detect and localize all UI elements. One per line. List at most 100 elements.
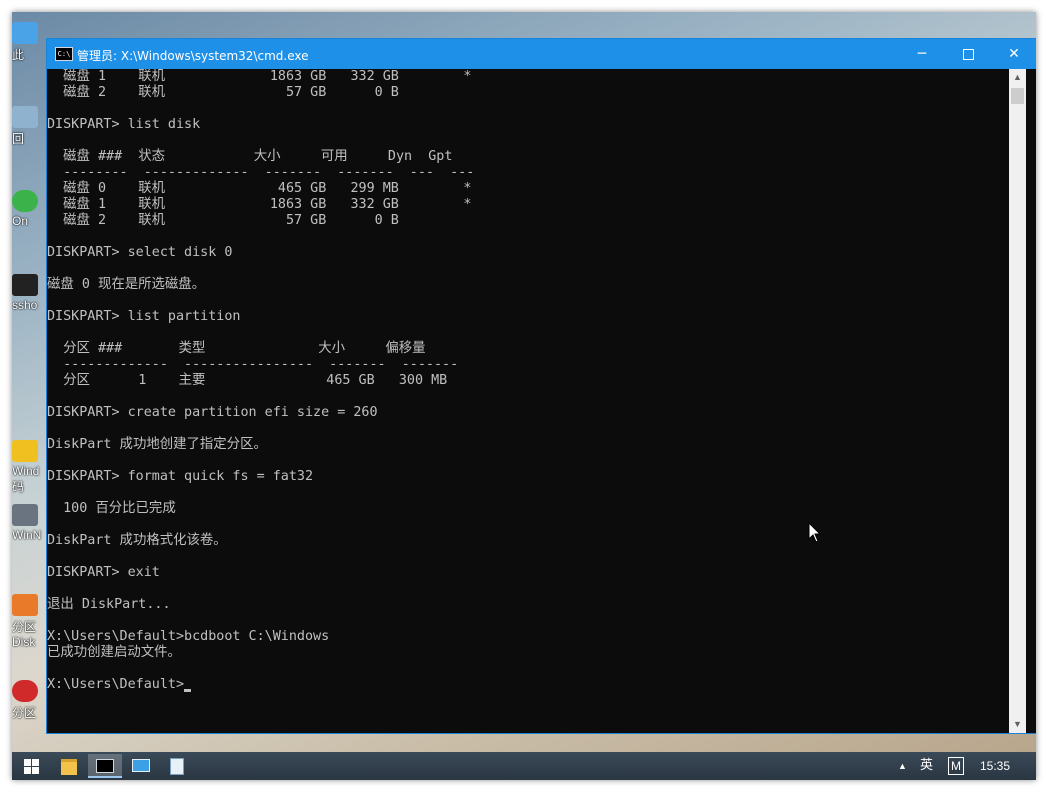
console-line: 磁盘 ### 状态 大小 可用 Dyn Gpt bbox=[47, 149, 453, 164]
scroll-thumb[interactable] bbox=[1011, 88, 1024, 104]
desktop-icon-screenshot[interactable]: ssho bbox=[12, 274, 46, 312]
minimize-icon: ─ bbox=[917, 46, 927, 62]
windows-logo-icon bbox=[23, 759, 39, 774]
desktop-icon-label: 码 bbox=[12, 480, 25, 494]
scroll-down-button[interactable]: ▼ bbox=[1009, 716, 1026, 733]
console-line: 磁盘 2 联机 57 GB 0 B bbox=[47, 85, 399, 100]
screenshot-icon bbox=[12, 274, 38, 296]
desktop-icon-label: WinN bbox=[12, 528, 42, 542]
partition-assistant-icon bbox=[12, 680, 38, 702]
screen: 此 回 On ssho Wind 码 WinN 分区 Disk 分区 C:\ 管… bbox=[12, 12, 1036, 780]
chevron-up-icon: ▲ bbox=[898, 761, 907, 771]
desktop-icon-recycle-bin[interactable]: 回 bbox=[12, 106, 46, 147]
console-line: DISKPART> list disk bbox=[47, 117, 201, 132]
taskbar-clock[interactable]: 15:35 bbox=[980, 752, 1010, 780]
desktop-icon-partition-assistant[interactable]: 分区 bbox=[12, 680, 46, 721]
scroll-up-button[interactable]: ▲ bbox=[1009, 69, 1026, 86]
console-line: 磁盘 2 联机 57 GB 0 B bbox=[47, 213, 399, 228]
console-line: 分区 1 主要 465 GB 300 MB bbox=[47, 373, 448, 388]
console-line: DISKPART> select disk 0 bbox=[47, 245, 233, 260]
desktop-icon-onekey[interactable]: On bbox=[12, 190, 46, 228]
desktop-icon-label: Disk bbox=[12, 635, 36, 649]
input-language-indicator[interactable]: 英 bbox=[920, 752, 933, 780]
chevron-down-icon: ▼ bbox=[1013, 719, 1022, 729]
desktop-icon-windows-tool[interactable]: Wind 码 bbox=[12, 440, 46, 495]
close-icon: ✕ bbox=[1008, 46, 1020, 62]
cmd-icon[interactable]: C:\ bbox=[55, 47, 73, 61]
desktop-icon-label: 分区 bbox=[12, 706, 37, 720]
folder-icon bbox=[61, 759, 77, 775]
prompt-text: X:\Users\Default> bbox=[47, 677, 185, 692]
console-line: 退出 DiskPart... bbox=[47, 597, 171, 612]
computer-icon bbox=[132, 759, 150, 772]
taskbar: ▲ 英 M 15:35 bbox=[12, 752, 1036, 780]
this-pc-icon bbox=[12, 22, 38, 44]
console-line: DISKPART> format quick fs = fat32 bbox=[47, 469, 314, 484]
text-cursor bbox=[184, 689, 192, 692]
desktop: 此 回 On ssho Wind 码 WinN 分区 Disk 分区 C:\ 管… bbox=[12, 12, 1036, 752]
console-output[interactable]: 磁盘 1 联机 1863 GB 332 GB * 磁盘 2 联机 57 GB 0… bbox=[47, 69, 1007, 733]
taskbar-this-pc[interactable] bbox=[124, 754, 158, 778]
console-line: DISKPART> exit bbox=[47, 565, 160, 580]
desktop-icon-this-pc[interactable]: 此 bbox=[12, 22, 46, 63]
console-line: 磁盘 1 联机 1863 GB 332 GB * bbox=[47, 69, 472, 84]
mouse-pointer-icon bbox=[808, 522, 822, 543]
desktop-icon-label: ssho bbox=[12, 298, 38, 312]
notepad-icon bbox=[170, 758, 184, 775]
window-title: 管理员: X:\Windows\system32\cmd.exe bbox=[77, 49, 309, 63]
ime-mode-indicator[interactable]: M bbox=[948, 757, 964, 775]
console-line: DISKPART> create partition efi size = 26… bbox=[47, 405, 378, 420]
desktop-icon-label: 回 bbox=[12, 132, 25, 146]
show-hidden-icons-button[interactable]: ▲ bbox=[898, 752, 907, 780]
console-line: 磁盘 0 现在是所选磁盘。 bbox=[47, 277, 206, 292]
taskbar-cmd[interactable] bbox=[88, 754, 122, 778]
cmd-icon bbox=[96, 759, 114, 773]
console-line: 已成功创建启动文件。 bbox=[47, 645, 181, 660]
desktop-icon-partition-tool[interactable]: 分区 Disk bbox=[12, 594, 46, 649]
vertical-scrollbar[interactable]: ▲ ▼ bbox=[1009, 69, 1026, 733]
taskbar-file-explorer[interactable] bbox=[52, 754, 86, 778]
console-line: X:\Users\Default>bcdboot C:\Windows bbox=[47, 629, 330, 644]
maximize-button[interactable] bbox=[945, 39, 991, 69]
console-line: 磁盘 0 联机 465 GB 299 MB * bbox=[47, 181, 472, 196]
desktop-icon-winntsetup[interactable]: WinN bbox=[12, 504, 46, 542]
title-bar[interactable]: C:\ 管理员: X:\Windows\system32\cmd.exe ─ ✕ bbox=[47, 39, 1036, 69]
desktop-icon-label: Wind bbox=[12, 464, 40, 478]
desktop-icon-label: 此 bbox=[12, 48, 25, 62]
recycle-bin-icon bbox=[12, 106, 38, 128]
console-line: 磁盘 1 联机 1863 GB 332 GB * bbox=[47, 197, 472, 212]
winntsetup-icon bbox=[12, 504, 38, 526]
start-button[interactable] bbox=[14, 754, 48, 778]
chevron-up-icon: ▲ bbox=[1013, 72, 1022, 82]
cmd-window[interactable]: C:\ 管理员: X:\Windows\system32\cmd.exe ─ ✕… bbox=[46, 38, 1036, 734]
taskbar-notepad[interactable] bbox=[160, 754, 194, 778]
partition-tool-icon bbox=[12, 594, 38, 616]
maximize-icon bbox=[962, 48, 974, 60]
console-line: DiskPart 成功格式化该卷。 bbox=[47, 533, 227, 548]
onekey-icon bbox=[12, 190, 38, 212]
console-line: 100 百分比已完成 bbox=[47, 501, 176, 516]
console-line: -------- ------------- ------- ------- -… bbox=[47, 165, 475, 180]
command-prompt[interactable]: X:\Users\Default> bbox=[47, 677, 1007, 693]
close-button[interactable]: ✕ bbox=[991, 39, 1036, 69]
desktop-icon-label: On bbox=[12, 214, 29, 228]
console-line: ------------- ---------------- ------- -… bbox=[47, 357, 459, 372]
windows-tool-icon bbox=[12, 440, 38, 462]
console-line: DiskPart 成功地创建了指定分区。 bbox=[47, 437, 267, 452]
console-line: DISKPART> list partition bbox=[47, 309, 241, 324]
minimize-button[interactable]: ─ bbox=[899, 39, 945, 69]
